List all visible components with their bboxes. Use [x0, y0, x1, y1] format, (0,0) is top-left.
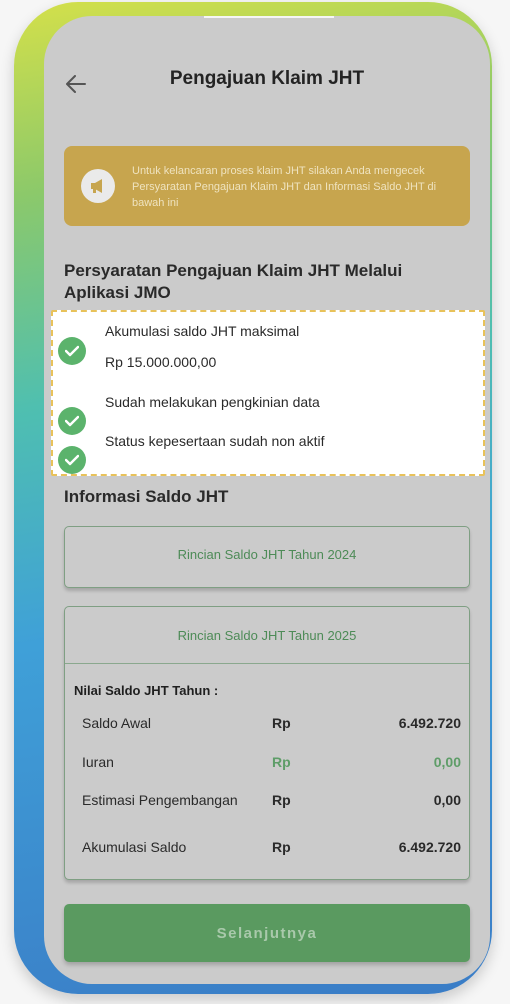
requirement-text: Sudah melakukan pengkinian data: [105, 394, 320, 410]
saldo-card-2024-header[interactable]: Rincian Saldo JHT Tahun 2024: [65, 527, 469, 581]
row-currency: Rp: [272, 839, 291, 855]
app-header: Pengajuan Klaim JHT: [44, 16, 490, 136]
next-button[interactable]: Selanjutnya: [64, 904, 470, 962]
requirements-box: Akumulasi saldo JHT maksimal Rp 15.000.0…: [51, 310, 485, 476]
saldo-card-2024[interactable]: Rincian Saldo JHT Tahun 2024: [64, 526, 470, 588]
requirement-text: Akumulasi saldo JHT maksimal: [105, 323, 300, 339]
row-value: 6.492.720: [398, 839, 461, 855]
saldo-row-estimasi: Estimasi Pengembangan Rp 0,00: [65, 792, 469, 812]
row-value: 0,00: [433, 754, 461, 770]
row-label: Iuran: [82, 754, 114, 770]
row-label: Estimasi Pengembangan: [82, 792, 238, 808]
row-currency: Rp: [272, 792, 291, 808]
saldo-row-iuran: Iuran Rp 0,00: [65, 754, 469, 774]
requirements-title: Persyaratan Pengajuan Klaim JHT Melalui …: [64, 261, 403, 302]
page-title: Pengajuan Klaim JHT: [169, 68, 365, 89]
check-circle-icon: [58, 407, 86, 435]
saldo-info-title: Informasi Saldo JHT: [64, 487, 229, 506]
saldo-card-2025: Rincian Saldo JHT Tahun 2025 Nilai Saldo…: [64, 606, 470, 880]
check-circle-icon: [58, 446, 86, 474]
row-currency: Rp: [272, 754, 291, 770]
saldo-row-akumulasi: Akumulasi Saldo Rp 6.492.720: [65, 839, 469, 859]
row-currency: Rp: [272, 715, 291, 731]
saldo-card-2025-header[interactable]: Rincian Saldo JHT Tahun 2025: [65, 607, 469, 664]
phone-frame: Pengajuan Klaim JHT Untuk kelancaran pro…: [14, 2, 492, 994]
banner-text: Untuk kelancaran proses klaim JHT silaka…: [132, 165, 437, 209]
info-banner: Untuk kelancaran proses klaim JHT silaka…: [64, 146, 470, 226]
megaphone-icon: [81, 169, 115, 203]
requirement-amount: Rp 15.000.000,00: [105, 354, 217, 370]
app-screen: Pengajuan Klaim JHT Untuk kelancaran pro…: [44, 16, 490, 984]
row-label: Akumulasi Saldo: [82, 839, 187, 855]
nilai-saldo-label: Nilai Saldo JHT Tahun :: [74, 683, 219, 698]
requirement-text: Status kepesertaan sudah non aktif: [105, 433, 325, 449]
row-value: 0,00: [433, 792, 461, 808]
row-label: Saldo Awal: [82, 715, 152, 731]
saldo-row-awal: Saldo Awal Rp 6.492.720: [65, 715, 469, 735]
check-circle-icon: [58, 337, 86, 365]
row-value: 6.492.720: [398, 715, 461, 731]
